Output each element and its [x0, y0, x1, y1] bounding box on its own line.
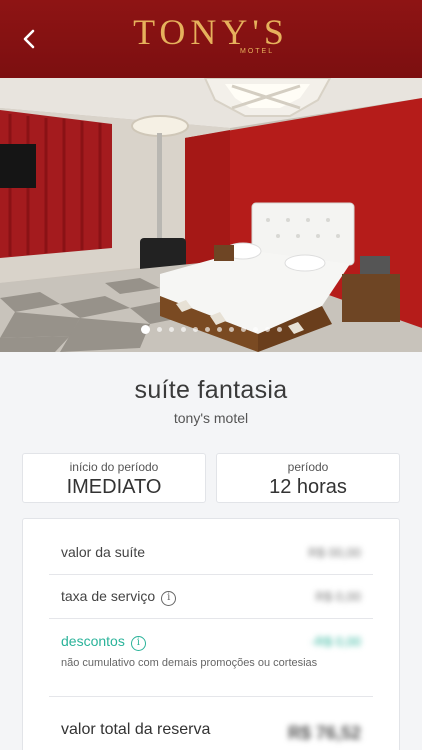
gallery-dot[interactable] — [240, 327, 246, 332]
service-fee-label-wrap: taxa de serviço i — [61, 588, 177, 606]
header-bar: TONY'S MOTEL — [0, 0, 422, 78]
gallery-dot[interactable] — [228, 327, 234, 332]
gallery-dot[interactable] — [156, 327, 162, 332]
total-value: R$ 76,52 — [287, 723, 361, 743]
gallery-dot[interactable] — [168, 327, 174, 332]
discount-value: -R$ 0,00 — [311, 634, 361, 649]
gallery-dot[interactable] — [192, 327, 198, 332]
total-label: valor total da reserva — [61, 721, 211, 738]
info-icon[interactable]: i — [161, 590, 177, 606]
suite-title: suíte fantasia — [134, 376, 288, 404]
gallery-dot[interactable] — [216, 327, 222, 332]
discount-label: descontos — [61, 633, 125, 649]
suite-price-value: R$ 00,00 — [308, 545, 361, 560]
period-start-label: início do período — [69, 460, 159, 474]
brand-logo: TONY'S — [0, 10, 422, 54]
gallery-dot[interactable] — [204, 327, 210, 332]
service-fee-value: R$ 0,00 — [315, 589, 361, 604]
gallery-dot[interactable] — [264, 327, 270, 332]
discount-row: descontos i -R$ 0,00 não cumulativo com d… — [49, 619, 373, 697]
brand-subtitle: MOTEL — [240, 48, 275, 55]
gallery-dot[interactable] — [276, 327, 282, 332]
discount-label-wrap: descontos i — [61, 633, 146, 651]
motel-name: tony's motel — [173, 410, 249, 426]
service-fee-row: taxa de serviço i R$ 0,00 — [49, 575, 373, 619]
suite-photo-gallery[interactable] — [0, 78, 422, 352]
period-duration-value: 12 horas — [269, 476, 347, 498]
gallery-dot[interactable] — [252, 327, 258, 332]
period-start-card[interactable]: início do período IMEDIATO — [22, 453, 206, 503]
period-duration-card[interactable]: período 12 horas — [216, 453, 400, 503]
gallery-dot[interactable] — [180, 327, 186, 332]
period-start-value: IMEDIATO — [66, 476, 162, 498]
period-duration-label: período — [287, 460, 329, 474]
suite-price-label: valor da suíte — [61, 544, 146, 560]
brand-name: TONY'S — [133, 12, 289, 52]
gallery-dot[interactable] — [140, 325, 150, 334]
gallery-pagination[interactable] — [0, 325, 422, 334]
suite-photo — [0, 78, 422, 352]
info-icon[interactable]: i — [130, 635, 146, 651]
service-fee-label: taxa de serviço — [61, 588, 156, 604]
suite-price-row: valor da suíte R$ 00,00 — [49, 531, 373, 575]
pricing-card: valor da suíte R$ 00,00 taxa de serviço i… — [22, 518, 400, 750]
discount-note: não cumulativo com demais promoções ou c… — [61, 657, 318, 669]
